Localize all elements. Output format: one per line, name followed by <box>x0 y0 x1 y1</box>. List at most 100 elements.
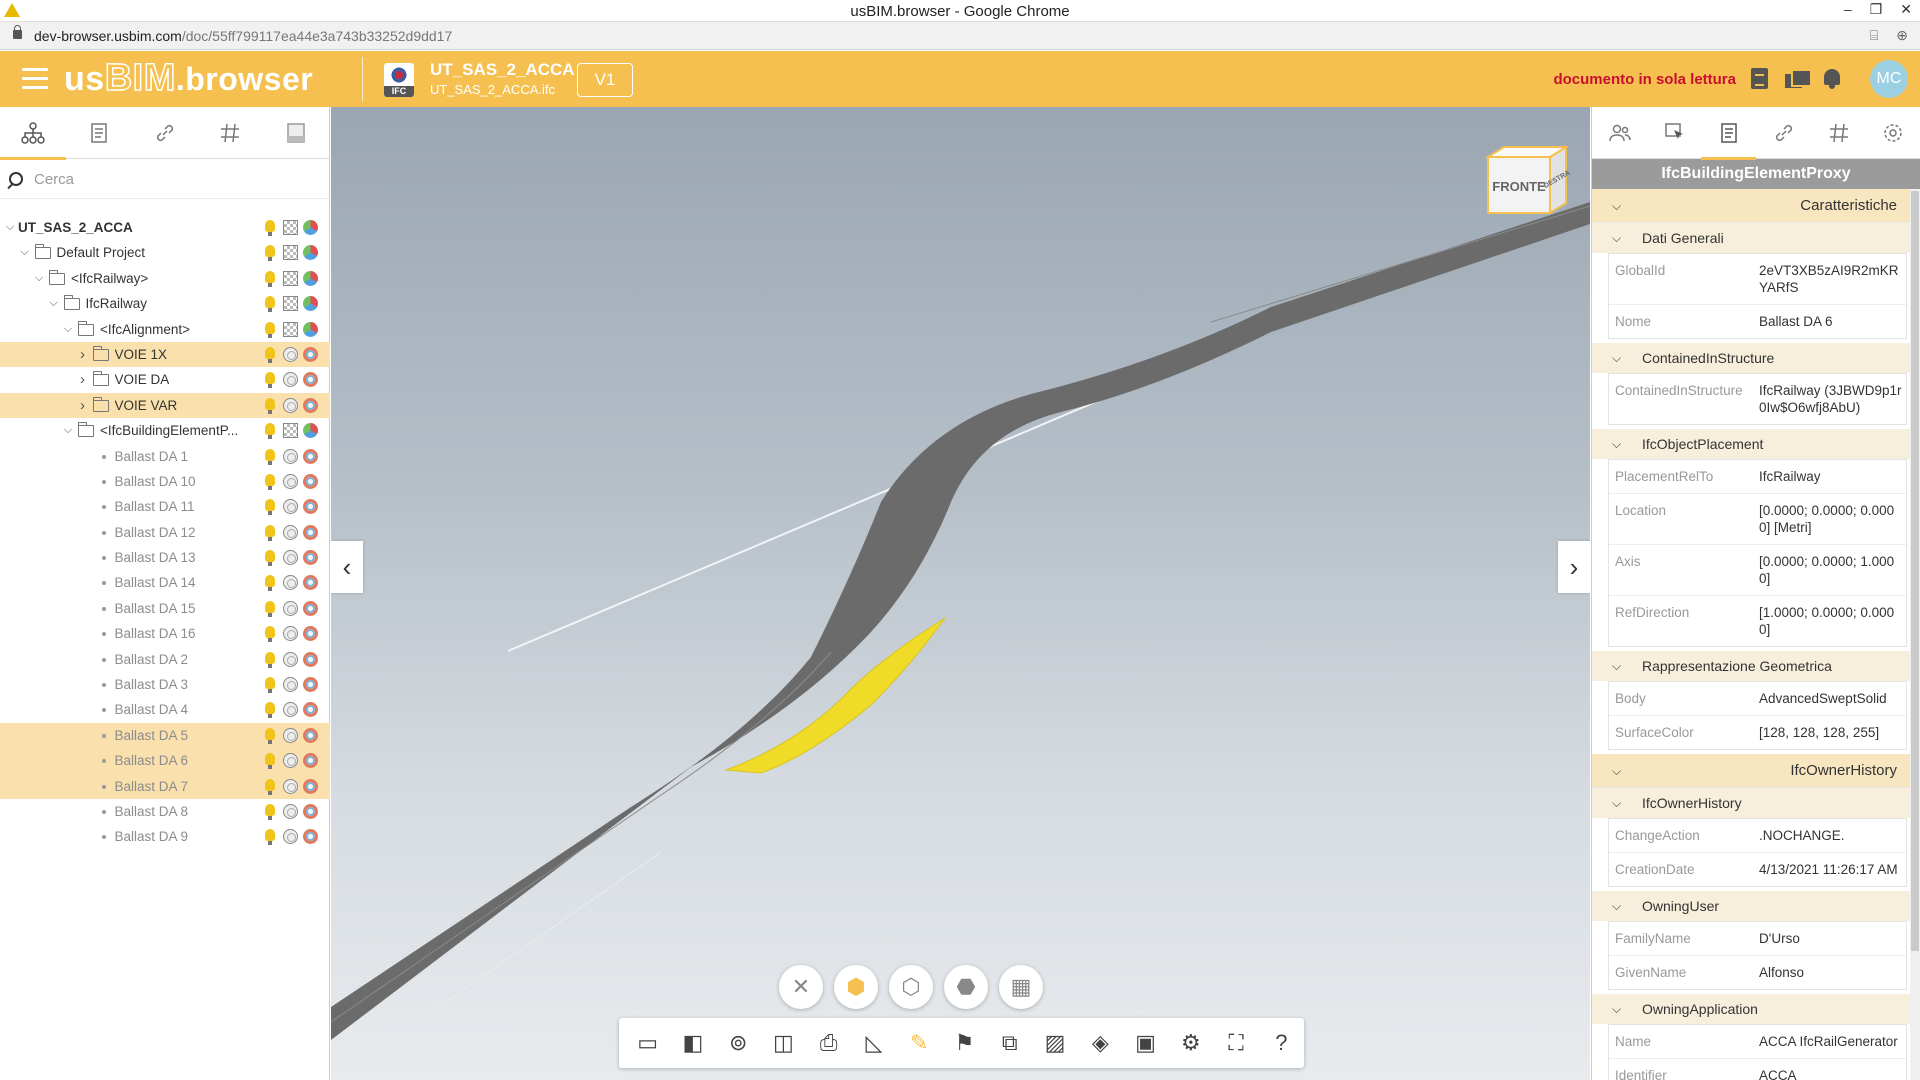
transparency-icon[interactable] <box>283 778 298 794</box>
visibility-bulb-icon[interactable] <box>265 473 275 490</box>
transparency-icon[interactable] <box>283 220 298 235</box>
visibility-bulb-icon[interactable] <box>265 550 275 567</box>
property-group-header[interactable]: ⌵ IfcOwnerHistory <box>1592 788 1911 818</box>
layers-cube-tool-button[interactable]: ◈ <box>1078 1018 1123 1068</box>
fullscreen-tool-button[interactable]: ⛶ <box>1213 1018 1258 1068</box>
tree-folder-item[interactable]: › VOIE 1X <box>0 341 330 368</box>
visibility-bulb-icon[interactable] <box>265 346 275 363</box>
transparency-icon[interactable] <box>283 829 298 845</box>
transparency-icon[interactable] <box>283 321 298 337</box>
property-group-header[interactable]: ⌵ OwningApplication <box>1592 994 1911 1024</box>
tab-tree[interactable] <box>0 107 66 160</box>
color-palette-icon[interactable] <box>303 727 318 743</box>
tree-folder-item[interactable]: ⌵ IfcRailway <box>0 291 330 316</box>
search-input[interactable] <box>34 167 314 191</box>
restore-icon[interactable]: ❐ <box>1870 1 1883 18</box>
visibility-bulb-icon[interactable] <box>265 372 275 389</box>
tab-links[interactable] <box>1756 107 1811 159</box>
tree-leaf-item[interactable]: Ballast DA 15 <box>0 596 330 621</box>
tab-hash[interactable] <box>197 107 263 159</box>
chevron-down-icon[interactable]: ⌵ <box>19 240 31 265</box>
layers-icon[interactable] <box>1784 67 1812 91</box>
visibility-bulb-icon[interactable] <box>265 448 275 465</box>
minimize-icon[interactable]: – <box>1844 1 1852 18</box>
bell-icon[interactable] <box>1820 67 1844 91</box>
box-tool-button[interactable]: ◧ <box>670 1018 715 1068</box>
document-pin-tool-button[interactable]: ⎙ <box>806 1018 851 1068</box>
color-palette-icon[interactable] <box>303 448 318 464</box>
chevron-right-icon[interactable]: › <box>77 393 89 418</box>
color-palette-icon[interactable] <box>303 524 318 540</box>
tree-folder-item[interactable]: ⌵ Default Project <box>0 240 330 265</box>
transparency-icon[interactable] <box>283 753 298 769</box>
tab-users[interactable] <box>1592 107 1647 159</box>
tree-leaf-item[interactable]: Ballast DA 1 <box>0 444 330 469</box>
railway-model-scene[interactable] <box>331 107 1590 1080</box>
chevron-down-icon[interactable]: ⌵ <box>1612 223 1621 253</box>
tab-select[interactable] <box>1647 107 1702 159</box>
chevron-down-icon[interactable]: ⌵ <box>4 215 16 240</box>
visibility-bulb-icon[interactable] <box>265 423 275 440</box>
tree-leaf-item[interactable]: Ballast DA 8 <box>0 799 330 824</box>
tree-leaf-item[interactable]: Ballast DA 11 <box>0 494 330 519</box>
tree-leaf-item[interactable]: Ballast DA 3 <box>0 672 330 697</box>
transparency-icon[interactable] <box>283 803 298 819</box>
transparency-icon[interactable] <box>283 372 298 388</box>
transparency-icon[interactable] <box>283 575 298 591</box>
tab-documents[interactable] <box>66 107 132 159</box>
flag-tool-button[interactable]: ⚑ <box>942 1018 987 1068</box>
visibility-bulb-icon[interactable] <box>265 600 275 617</box>
visibility-bulb-icon[interactable] <box>265 245 275 262</box>
transparency-icon[interactable] <box>283 600 298 616</box>
transparency-icon[interactable] <box>283 346 298 362</box>
transparency-icon[interactable] <box>283 677 298 693</box>
color-palette-icon[interactable] <box>303 778 318 794</box>
visibility-bulb-icon[interactable] <box>265 220 275 236</box>
user-avatar[interactable]: MC <box>1870 60 1908 98</box>
brush-tool-button[interactable]: ✎ <box>897 1018 942 1068</box>
color-palette-icon[interactable] <box>303 803 318 819</box>
chevron-down-icon[interactable]: ⌵ <box>48 291 60 316</box>
transparency-icon[interactable] <box>283 499 298 515</box>
color-palette-icon[interactable] <box>303 423 318 439</box>
wireframe-view-button[interactable]: ⬡ <box>889 965 933 1009</box>
antenna-tool-button[interactable]: ⊚ <box>716 1018 761 1068</box>
url-text[interactable]: dev-browser.usbim.com/doc/55ff799117ea44… <box>34 28 452 44</box>
visibility-bulb-icon[interactable] <box>265 499 275 516</box>
tree-leaf-item[interactable]: Ballast DA 4 <box>0 697 330 722</box>
chevron-down-icon[interactable]: ⌵ <box>1612 343 1621 373</box>
color-palette-icon[interactable] <box>303 600 318 616</box>
tree-folder-item[interactable]: ⌵ UT_SAS_2_ACCA <box>0 215 330 240</box>
tree-leaf-item[interactable]: Ballast DA 16 <box>0 621 330 646</box>
color-palette-icon[interactable] <box>303 321 318 337</box>
transparency-icon[interactable] <box>283 270 298 286</box>
color-palette-icon[interactable] <box>303 220 318 235</box>
transparency-icon[interactable] <box>283 245 298 261</box>
grid-view-button[interactable]: ▦ <box>999 965 1043 1009</box>
chevron-down-icon[interactable]: ⌵ <box>33 266 45 291</box>
3d-viewer[interactable]: FRONTE DESTRA ‹ › ✕ ⬢ ⬡ ⬣ ▦ ▭ ◧ ⊚ ◫ ⎙ ◺ ✎ ⚑ ⧉ ▨ ◈ ▣ ⚙ ⛶? <box>331 107 1590 1080</box>
tab-storage[interactable] <box>263 107 329 159</box>
chevron-down-icon[interactable]: ⌵ <box>1612 429 1621 459</box>
property-section-header[interactable]: ⌵ IfcOwnerHistory <box>1592 754 1911 788</box>
tree-folder-item[interactable]: ⌵ <IfcBuildingElementP... <box>0 418 330 443</box>
chevron-down-icon[interactable]: ⌵ <box>1612 189 1621 223</box>
scrollbar-thumb[interactable] <box>1911 191 1919 951</box>
chevron-down-icon[interactable]: ⌵ <box>1612 754 1621 788</box>
tree-leaf-item[interactable]: Ballast DA 5 <box>0 722 330 749</box>
tab-hash[interactable] <box>1811 107 1866 159</box>
tree-folder-item[interactable]: ⌵ <IfcAlignment> <box>0 317 330 342</box>
transparency-icon[interactable] <box>283 473 298 489</box>
version-button[interactable]: V1 <box>577 63 633 97</box>
visibility-bulb-icon[interactable] <box>265 753 275 770</box>
color-palette-icon[interactable] <box>303 270 318 286</box>
visibility-bulb-icon[interactable] <box>265 296 275 313</box>
visibility-bulb-icon[interactable] <box>265 270 275 287</box>
compare-tool-button[interactable]: ⧉ <box>987 1018 1032 1068</box>
visibility-bulb-icon[interactable] <box>265 829 275 846</box>
visibility-bulb-icon[interactable] <box>265 651 275 668</box>
tree-leaf-item[interactable]: Ballast DA 9 <box>0 824 330 849</box>
transparency-icon[interactable] <box>283 524 298 540</box>
track-body[interactable] <box>331 202 1590 1040</box>
color-palette-icon[interactable] <box>303 346 318 362</box>
